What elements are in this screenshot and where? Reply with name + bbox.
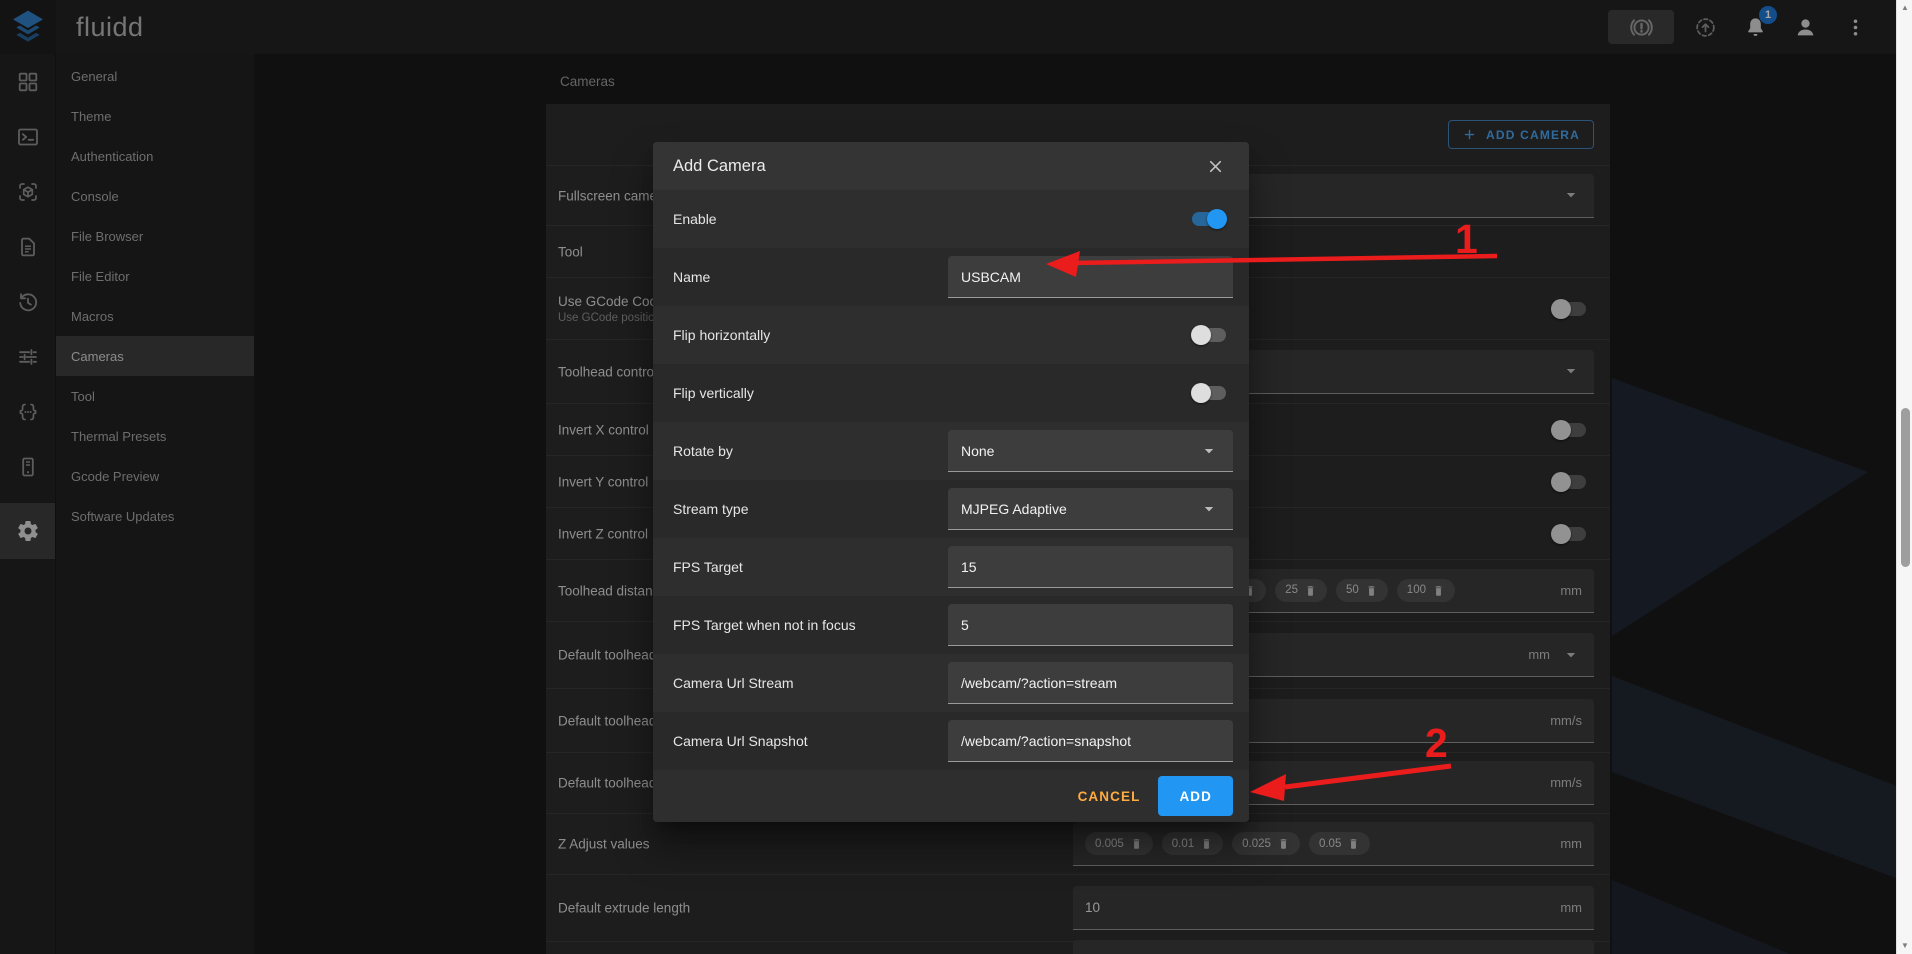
rotate-by-select[interactable]: None [948,430,1233,472]
chevron-down-icon [1198,440,1220,462]
scroll-down-arrow-icon[interactable]: ▼ [1897,939,1912,953]
name-field[interactable] [948,256,1233,298]
dialog-row: Flip vertically [653,364,1249,422]
vertical-scrollbar[interactable]: ▲ ▼ [1896,0,1912,954]
enable-toggle[interactable] [1191,209,1227,229]
camera-url-stream-input[interactable] [961,675,1220,691]
fps-target-input[interactable] [961,559,1220,575]
dialog-row: Rotate byNone [653,422,1249,480]
flip-horizontally-toggle[interactable] [1191,325,1227,345]
fps-target-when-not-in-focus-field[interactable] [948,604,1233,646]
dialog-row: Stream typeMJPEG Adaptive [653,480,1249,538]
dialog-row: FPS Target [653,538,1249,596]
scrollbar-thumb[interactable] [1901,408,1910,567]
dialog-row: Camera Url Snapshot [653,712,1249,770]
dialog-header: Add Camera [653,142,1249,190]
fluidd-settings-screen: fluidd 1 GeneralThemeAuthenticationConso… [0,0,1912,954]
scroll-up-arrow-icon[interactable]: ▲ [1897,1,1912,15]
name-input[interactable] [961,269,1220,285]
chevron-down-icon [1198,498,1220,520]
close-icon[interactable] [1201,152,1229,180]
cancel-button[interactable]: CANCEL [1066,778,1153,814]
dialog-row: Flip horizontally [653,306,1249,364]
dialog-title: Add Camera [673,157,766,176]
add-camera-dialog: Add Camera EnableNameFlip horizontallyFl… [653,142,1249,822]
camera-url-snapshot-input[interactable] [961,733,1220,749]
dialog-row: Enable [653,190,1249,248]
fps-target-when-not-in-focus-input[interactable] [961,617,1220,633]
flip-vertically-toggle[interactable] [1191,383,1227,403]
dialog-row: Camera Url Stream [653,654,1249,712]
camera-url-stream-field[interactable] [948,662,1233,704]
fps-target-field[interactable] [948,546,1233,588]
dialog-row: FPS Target when not in focus [653,596,1249,654]
dialog-row: Name [653,248,1249,306]
stream-type-select[interactable]: MJPEG Adaptive [948,488,1233,530]
camera-url-snapshot-field[interactable] [948,720,1233,762]
add-button[interactable]: ADD [1158,776,1233,816]
dialog-footer: CANCEL ADD [653,770,1249,822]
